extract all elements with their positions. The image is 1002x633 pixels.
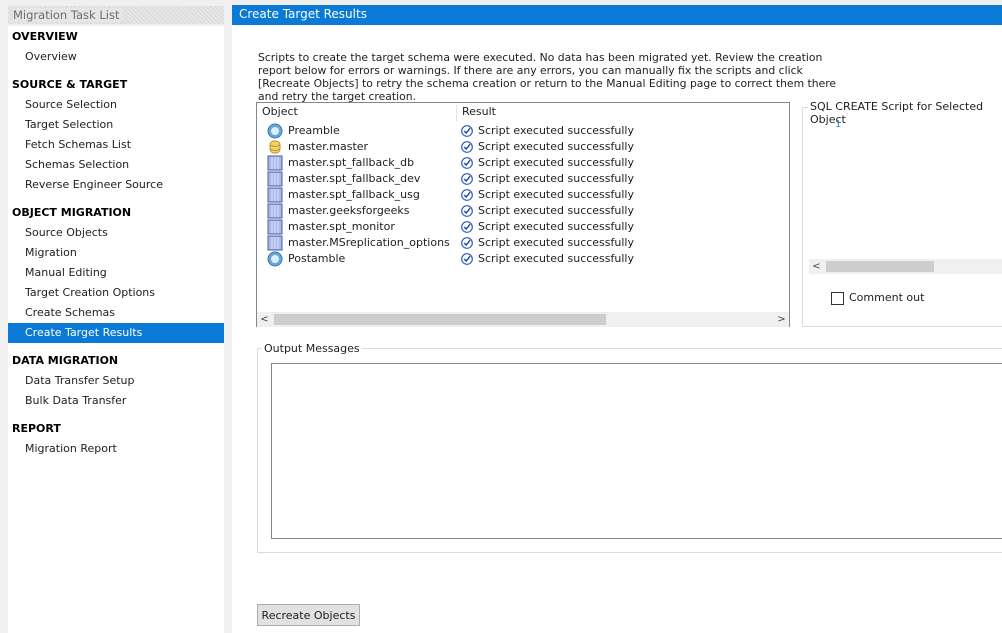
line-number: 1: [835, 119, 842, 130]
object-name: Preamble: [288, 124, 340, 137]
output-messages-group: Output Messages: [257, 342, 1002, 553]
table-row[interactable]: master.spt_fallback_usg Script executed s…: [257, 187, 787, 203]
database-icon: [267, 139, 283, 155]
objects-result-list[interactable]: Object Result Preamble Script executed su…: [256, 102, 790, 327]
sidebar-item-fetch-schemas-list[interactable]: Fetch Schemas List: [8, 135, 224, 155]
table-row[interactable]: master.spt_fallback_dev Script executed s…: [257, 171, 787, 187]
check-icon: [461, 125, 473, 137]
sidebar-item-create-target-results[interactable]: Create Target Results: [8, 323, 224, 343]
result-text: Script executed successfully: [478, 140, 634, 153]
sidebar-item-target-selection[interactable]: Target Selection: [8, 115, 224, 135]
sidebar-item-schemas-selection[interactable]: Schemas Selection: [8, 155, 224, 175]
sidebar-item-create-schemas[interactable]: Create Schemas: [8, 303, 224, 323]
section-header: DATA MIGRATION: [12, 354, 119, 367]
scroll-left-arrow[interactable]: <: [257, 312, 272, 327]
result-text: Script executed successfully: [478, 236, 634, 249]
check-icon: [461, 221, 473, 233]
column-header-result[interactable]: Result: [457, 105, 787, 121]
result-text: Script executed successfully: [478, 172, 634, 185]
result-text: Script executed successfully: [478, 252, 634, 265]
script-icon: [267, 123, 283, 139]
table-icon: [267, 235, 283, 251]
output-messages-box[interactable]: [271, 363, 1002, 539]
table-row[interactable]: Preamble Script executed successfully: [257, 123, 787, 139]
object-name: master.MSreplication_options: [288, 236, 450, 249]
sidebar-item-reverse-engineer-source[interactable]: Reverse Engineer Source: [8, 175, 224, 195]
page-title: Create Target Results: [232, 5, 1002, 25]
sidebar-title: Migration Task List: [8, 6, 224, 24]
object-name: master.spt_fallback_dev: [288, 172, 421, 185]
table-row[interactable]: master.geeksforgeeks Script executed succ…: [257, 203, 787, 219]
check-icon: [461, 237, 473, 249]
result-text: Script executed successfully: [478, 124, 634, 137]
section-header: OVERVIEW: [12, 30, 78, 43]
result-text: Script executed successfully: [478, 188, 634, 201]
check-icon: [461, 189, 473, 201]
result-text: Script executed successfully: [478, 220, 634, 233]
output-messages-title: Output Messages: [262, 342, 362, 355]
section-header: REPORT: [12, 422, 61, 435]
column-header-object[interactable]: Object: [257, 105, 457, 121]
result-text: Script executed successfully: [478, 156, 634, 169]
sidebar-item-migration-report[interactable]: Migration Report: [8, 439, 224, 459]
object-name: master.master: [288, 140, 369, 153]
check-icon: [461, 141, 473, 153]
check-icon: [461, 173, 473, 185]
sidebar-item-source-selection[interactable]: Source Selection: [8, 95, 224, 115]
sql-script-group: SQL CREATE Script for Selected Object 1 …: [802, 100, 1002, 327]
table-icon: [267, 171, 283, 187]
recreate-objects-button[interactable]: Recreate Objects: [257, 604, 360, 626]
description-text: Scripts to create the target schema were…: [258, 51, 837, 103]
table-icon: [267, 187, 283, 203]
table-row[interactable]: master.spt_monitor Script executed succes…: [257, 219, 787, 235]
table-row[interactable]: Postamble Script executed successfully: [257, 251, 787, 267]
object-name: Postamble: [288, 252, 346, 265]
script-icon: [267, 251, 283, 267]
comment-out-label[interactable]: Comment out: [849, 291, 924, 304]
check-icon: [461, 253, 473, 265]
sidebar-item-manual-editing[interactable]: Manual Editing: [8, 263, 224, 283]
sidebar-item-migration[interactable]: Migration: [8, 243, 224, 263]
table-row[interactable]: master.master Script executed successfull…: [257, 139, 787, 155]
sidebar-item-data-transfer-setup[interactable]: Data Transfer Setup: [8, 371, 224, 391]
scrollbar-thumb[interactable]: [274, 314, 606, 325]
horizontal-scrollbar[interactable]: < >: [257, 312, 789, 327]
table-row[interactable]: master.spt_fallback_db Script executed su…: [257, 155, 787, 171]
scroll-left-arrow[interactable]: <: [809, 259, 824, 274]
table-row[interactable]: master.MSreplication_options Script execu…: [257, 235, 787, 251]
sql-horizontal-scrollbar[interactable]: <: [809, 259, 1002, 274]
table-icon: [267, 203, 283, 219]
object-name: master.spt_monitor: [288, 220, 395, 233]
sidebar-item-target-creation-options[interactable]: Target Creation Options: [8, 283, 224, 303]
section-header: SOURCE & TARGET: [12, 78, 128, 91]
object-name: master.geeksforgeeks: [288, 204, 410, 217]
check-icon: [461, 205, 473, 217]
check-icon: [461, 157, 473, 169]
table-icon: [267, 219, 283, 235]
sidebar-item-source-objects[interactable]: Source Objects: [8, 223, 224, 243]
comment-out-checkbox[interactable]: [831, 292, 844, 305]
scroll-right-arrow[interactable]: >: [774, 312, 789, 327]
section-header: OBJECT MIGRATION: [12, 206, 132, 219]
table-icon: [267, 155, 283, 171]
sidebar-item-bulk-data-transfer[interactable]: Bulk Data Transfer: [8, 391, 224, 411]
migration-task-list: OVERVIEW Overview SOURCE & TARGET Source Se…: [8, 26, 224, 633]
object-name: master.spt_fallback_usg: [288, 188, 420, 201]
sidebar-item-overview[interactable]: Overview: [8, 47, 224, 67]
result-text: Script executed successfully: [478, 204, 634, 217]
scrollbar-thumb[interactable]: [826, 261, 934, 272]
object-name: master.spt_fallback_db: [288, 156, 415, 169]
